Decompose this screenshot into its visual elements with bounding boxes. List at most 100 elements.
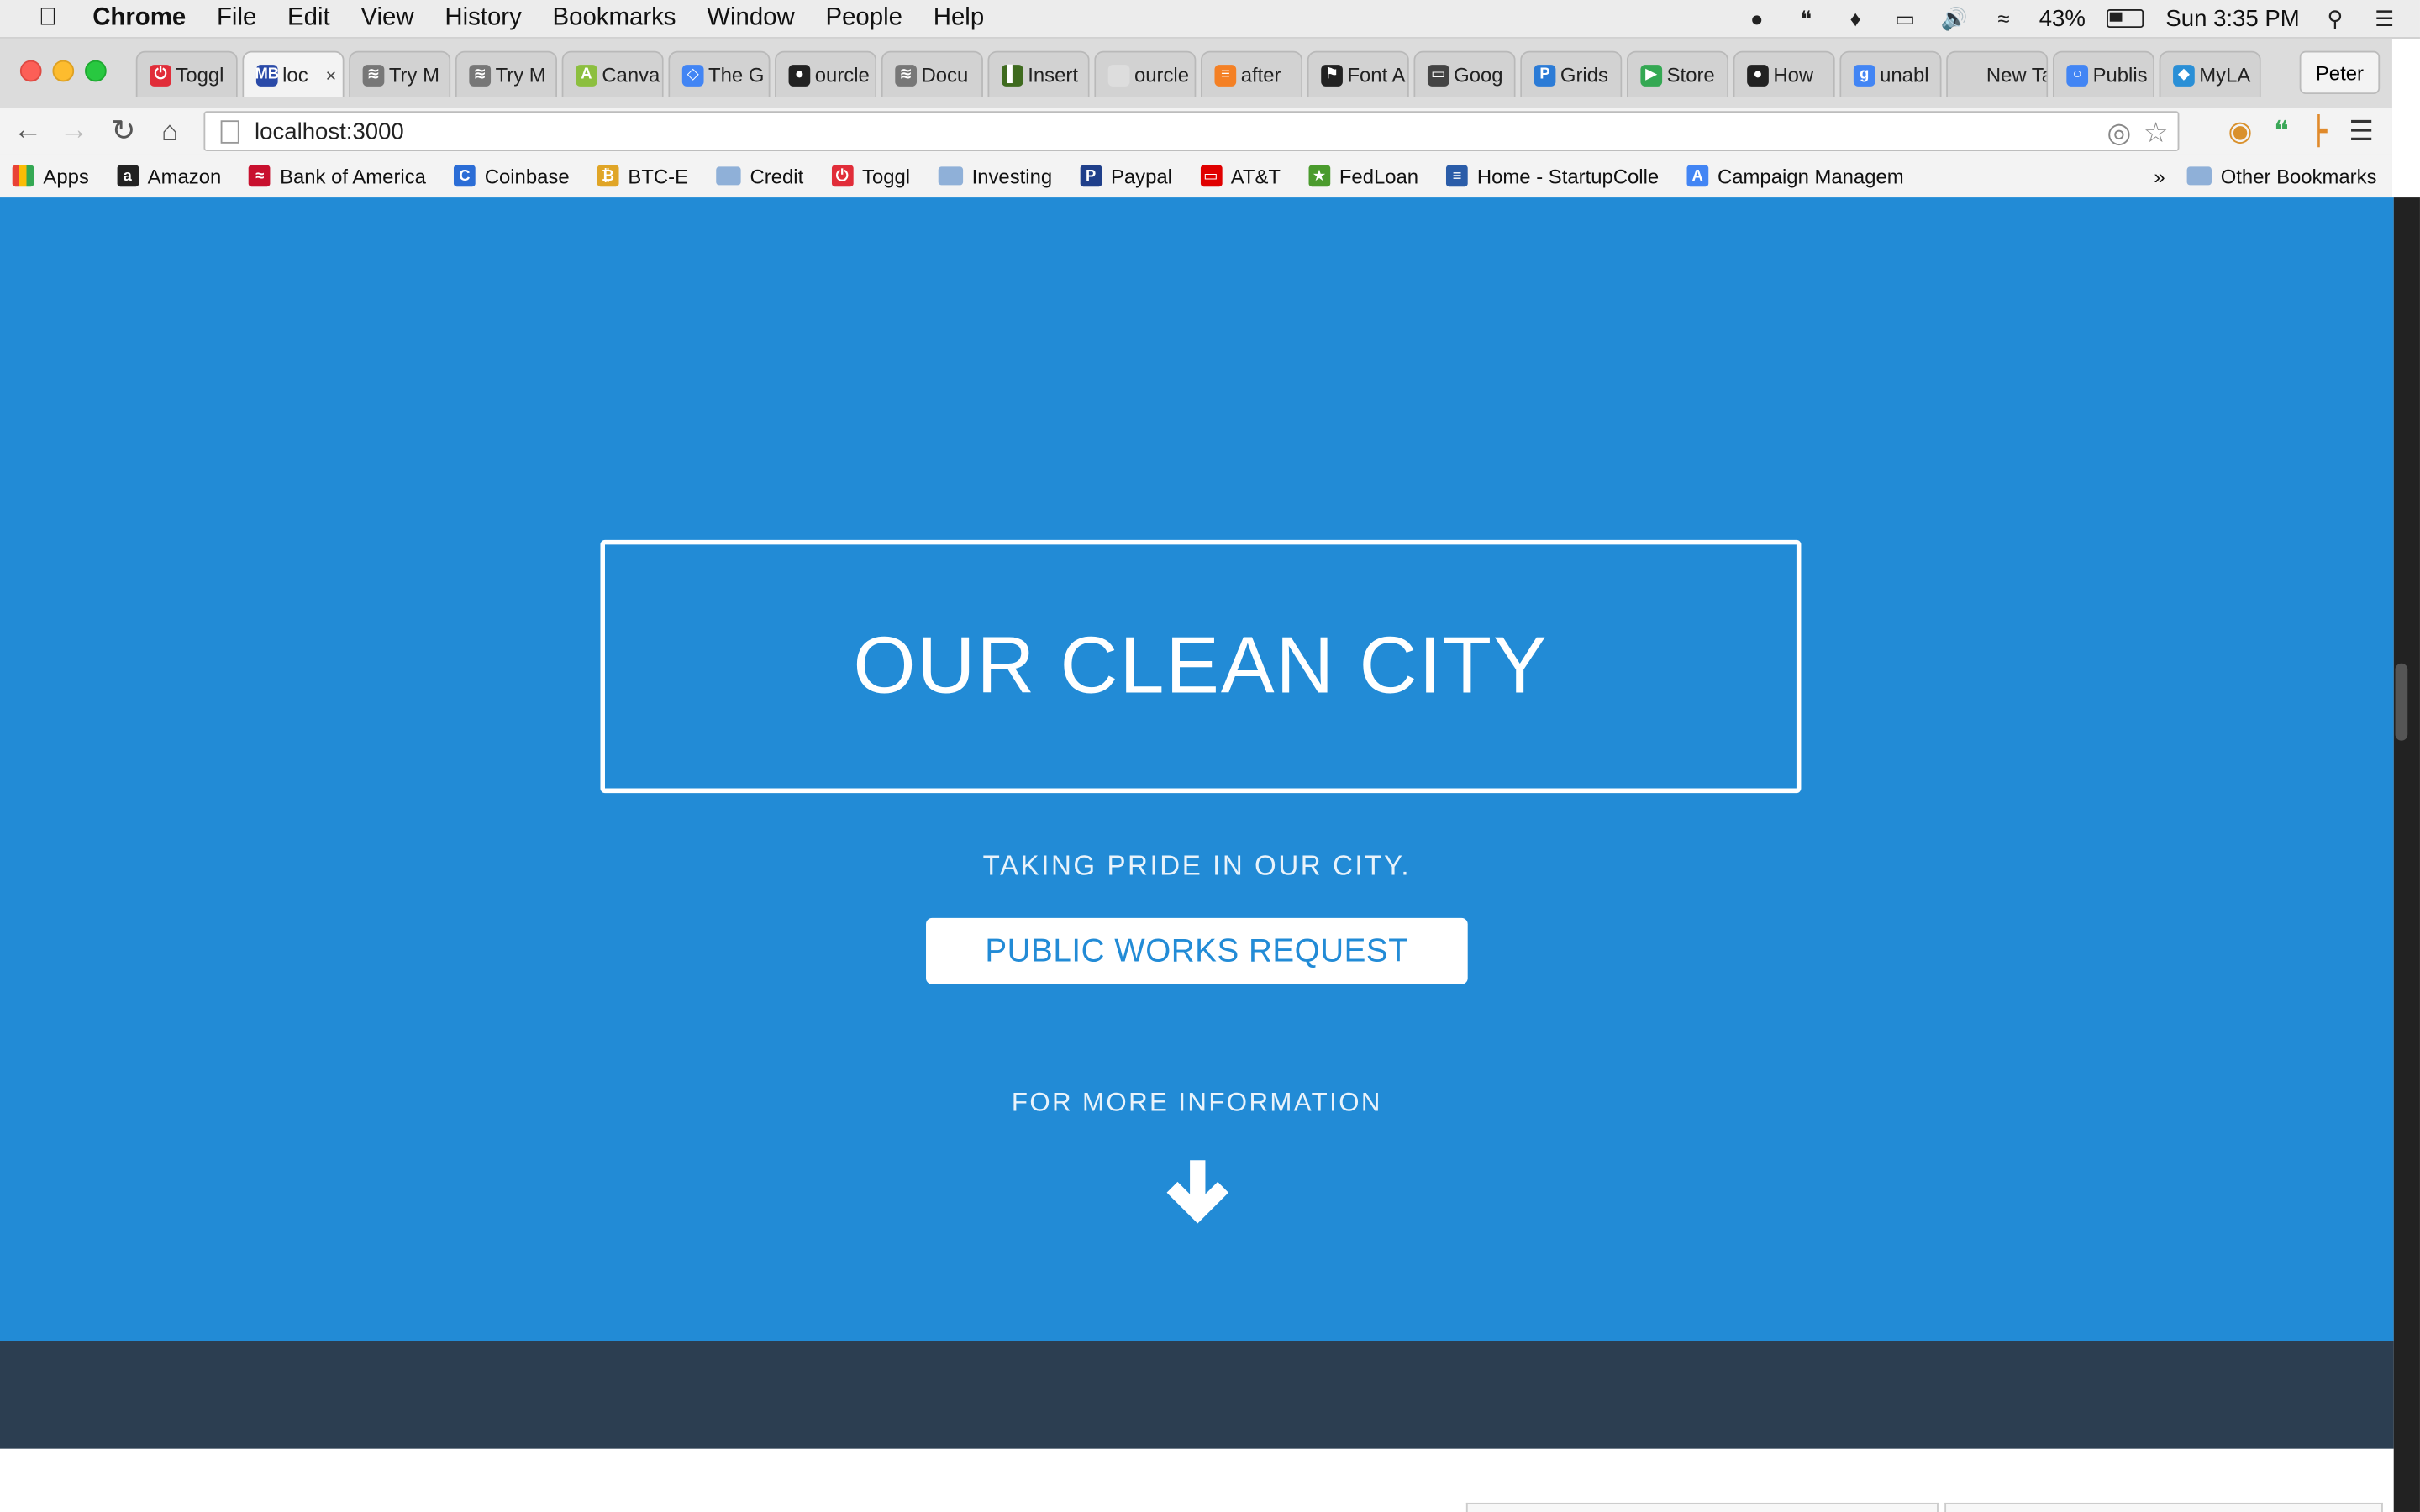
favicon-icon: ⚑ <box>1321 64 1343 86</box>
bookmark-item[interactable]: ≈ Bank of America <box>249 165 426 187</box>
browser-tab[interactable]: ⏻ Toggl <box>135 50 238 97</box>
browser-tab[interactable]: ⚑ Font A <box>1307 50 1409 97</box>
other-bookmarks-label: Other Bookmarks <box>2220 164 2377 188</box>
favicon-icon: ● <box>788 64 811 86</box>
volume-icon[interactable]: 🔊 <box>1940 5 1968 30</box>
battery-percent[interactable]: 43% <box>2039 5 2086 31</box>
favicon-icon: ◆ <box>2173 64 2195 86</box>
bookmark-item[interactable]: A Campaign Managem <box>1686 165 1904 187</box>
other-bookmarks[interactable]: Other Bookmarks <box>2186 164 2377 188</box>
cookie-extension-icon[interactable]: ◉ <box>2228 115 2252 148</box>
favicon-icon: g <box>1853 64 1876 86</box>
close-window-icon[interactable] <box>19 60 42 82</box>
bookmark-item[interactable]: a Amazon <box>116 165 221 187</box>
evernote-icon[interactable]: ● <box>1743 6 1770 30</box>
screen:  Chrome File Edit View History Bookmark… <box>0 0 2420 1512</box>
folder-icon <box>716 166 741 186</box>
close-tab-icon[interactable]: × <box>326 64 337 86</box>
forward-icon[interactable]: → <box>55 113 92 150</box>
apple-icon[interactable]:  <box>34 5 61 33</box>
wifi-icon[interactable]: ≈ <box>1990 6 2018 30</box>
bookmark-item[interactable]: P Paypal <box>1080 165 1172 187</box>
tab-label: How <box>1773 63 1814 87</box>
menu-app-name[interactable]: Chrome <box>92 5 186 33</box>
bookmark-label: BTC-E <box>628 164 689 188</box>
airplay-icon[interactable]: ▭ <box>1891 5 1918 30</box>
bookmark-star-icon[interactable]: ☆ <box>2144 117 2169 150</box>
browser-tab[interactable]: New Tab <box>1946 50 2049 97</box>
home-icon[interactable]: ⌂ <box>151 113 188 150</box>
public-works-request-button[interactable]: PUBLIC WORKS REQUEST <box>926 917 1468 984</box>
browser-tab[interactable]: ≋ Try M <box>349 50 451 97</box>
spotlight-search-icon[interactable]: ⚲ <box>2321 5 2349 30</box>
back-icon[interactable]: ← <box>9 113 46 150</box>
arrow-down-icon[interactable] <box>1160 1154 1234 1228</box>
menu-history[interactable]: History <box>445 5 521 33</box>
browser-tab[interactable]: ourcle <box>1094 50 1197 97</box>
browser-toolbar: ← → ↻ ⌂ localhost:3000 ◎ ☆ ◉ ❝ ┝ ☰ <box>0 108 2392 155</box>
menu-file[interactable]: File <box>217 5 256 33</box>
scrollbar-track[interactable] <box>2393 197 2420 1512</box>
bookmark-item[interactable]: Apps <box>12 165 89 187</box>
menu-edit[interactable]: Edit <box>287 5 330 33</box>
tagline: TAKING PRIDE IN OUR CITY. <box>982 850 1412 881</box>
chrome-menu-icon[interactable]: ☰ <box>2349 115 2374 148</box>
bookmark-item[interactable]: Investing <box>938 165 1052 187</box>
browser-tab[interactable]: ▌ Insert <box>987 50 1090 97</box>
browser-tab[interactable]: ● ourcle <box>775 50 877 97</box>
favicon-icon <box>1960 64 1982 86</box>
browser-tab[interactable]: ≡ after <box>1200 50 1303 97</box>
tab-label: after <box>1240 63 1281 87</box>
reload-icon[interactable]: ↻ <box>105 113 142 150</box>
browser-tab[interactable]: ▶ Store <box>1626 50 1729 97</box>
bookmark-item[interactable]: ≡ Home - StartupColle <box>1446 165 1659 187</box>
menu-bookmarks[interactable]: Bookmarks <box>553 5 676 33</box>
profile-button[interactable]: Peter <box>2299 50 2381 95</box>
more-info-label: FOR MORE INFORMATION <box>1011 1087 1382 1117</box>
favicon-icon: ≋ <box>362 64 385 86</box>
bookmark-item[interactable]: ▭ AT&T <box>1200 165 1281 187</box>
menu-view[interactable]: View <box>360 5 413 33</box>
bookmark-item[interactable]: ⏻ Toggl <box>831 164 911 188</box>
browser-tab[interactable]: P Grids <box>1520 50 1623 97</box>
bookmark-item[interactable]: ★ FedLoan <box>1308 165 1418 187</box>
minimize-window-icon[interactable] <box>52 60 75 82</box>
browser-tab[interactable]: ○ Publis <box>2052 50 2155 97</box>
menu-help[interactable]: Help <box>934 5 984 33</box>
address-bar-url[interactable]: localhost:3000 <box>255 118 404 144</box>
bookmarks-overflow: » Other Bookmarks <box>2154 155 2376 197</box>
favicon-icon: ▌ <box>1002 64 1023 86</box>
browser-tab[interactable]: g unabl <box>1839 50 1942 97</box>
tab-label: ourcle <box>814 63 870 87</box>
menu-window[interactable]: Window <box>707 5 795 33</box>
scrollbar-thumb[interactable] <box>2395 663 2408 741</box>
browser-tab[interactable]: ≋ Docu <box>881 50 983 97</box>
bookmarks-chevron-icon[interactable]: » <box>2154 165 2165 188</box>
bookmark-label: Toggl <box>862 164 911 188</box>
hangouts-extension-icon[interactable]: ❝ <box>2274 115 2289 148</box>
clock[interactable]: Sun 3:35 PM <box>2165 5 2299 31</box>
bookmark-item[interactable]: C Coinbase <box>453 165 570 187</box>
zoom-window-icon[interactable] <box>85 60 107 82</box>
menu-people[interactable]: People <box>825 5 902 33</box>
location-icon[interactable]: ◎ <box>2107 117 2131 150</box>
bookmark-item[interactable]: ₿ BTC-E <box>597 164 689 188</box>
browser-tab[interactable]: A Canva <box>561 50 664 97</box>
browser-tab[interactable]: ▭ Goog <box>1413 50 1516 97</box>
bookmark-item[interactable]: Credit <box>716 165 803 187</box>
battery-icon[interactable] <box>2107 9 2144 29</box>
browser-tab[interactable]: MB loc × <box>242 50 345 97</box>
stack-extension-icon[interactable]: ┝ <box>2311 115 2328 148</box>
notification-bell-icon[interactable]: ♦ <box>1842 6 1870 30</box>
tab-label: Store <box>1666 63 1715 87</box>
tab-strip: ⏻ Toggl MB loc × ≋ Try M ≋ Try M A Canva ◇ The G ● our… <box>0 38 2392 108</box>
title-box: OUR CLEAN CITY <box>600 539 1802 794</box>
hangouts-icon[interactable]: ❝ <box>1792 5 1820 30</box>
omnibox-actions: ◎ ☆ <box>2107 113 2177 153</box>
address-bar[interactable]: localhost:3000 ◎ ☆ <box>203 111 2180 153</box>
browser-tab[interactable]: ≋ Try M <box>455 50 558 97</box>
browser-tab[interactable]: ● How <box>1733 50 1835 97</box>
browser-tab[interactable]: ◇ The G <box>668 50 771 97</box>
browser-tab[interactable]: ◆ MyLA <box>2159 50 2261 97</box>
notification-center-icon[interactable]: ☰ <box>2370 5 2398 30</box>
